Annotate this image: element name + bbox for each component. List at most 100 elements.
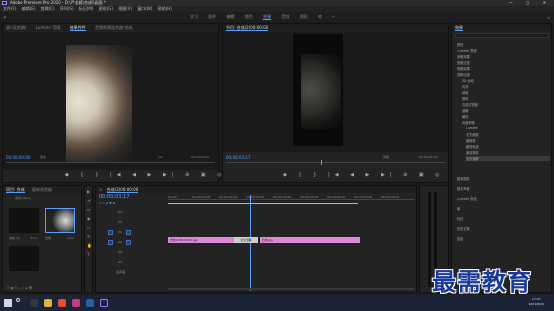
- slip-tool-icon[interactable]: ⇿: [87, 225, 90, 230]
- workspace-tab-editing[interactable]: 编辑: [227, 14, 235, 19]
- workspace-tab-effects[interactable]: 效果: [263, 14, 272, 20]
- type-tool-icon[interactable]: T: [87, 252, 89, 257]
- program-transport-controls[interactable]: ◆ { } |◀ ◀ ▶ ▶| ⊕ ▣ ◎: [283, 172, 445, 178]
- workspace-tab-audio[interactable]: 音频: [281, 14, 289, 19]
- program-scrubber[interactable]: [226, 162, 445, 165]
- clip-2[interactable]: 合成.jpg: [260, 237, 360, 243]
- timeline-scrollbar[interactable]: [168, 288, 414, 290]
- timeline-ruler[interactable]: [168, 199, 414, 202]
- timeline-tool-icons[interactable]: ⊂ ⊃ ◈ ▼ ⚙: [99, 201, 115, 205]
- menu-graphics[interactable]: 图形(G): [99, 6, 113, 11]
- fx-wipe[interactable]: 擦除: [462, 96, 468, 101]
- menu-sequence[interactable]: 序列(S): [60, 6, 74, 11]
- file-explorer-icon[interactable]: [44, 299, 52, 307]
- workspace-tab-color[interactable]: 颜色: [245, 14, 253, 19]
- work-area-bar[interactable]: [168, 203, 358, 204]
- ripple-edit-tool-icon[interactable]: ⇔: [87, 207, 90, 212]
- fx-dissolve[interactable]: 溶解: [462, 108, 468, 113]
- workspace-tab-graphics[interactable]: 图形: [300, 14, 308, 19]
- panel-essential-graphics[interactable]: 基本图形: [457, 176, 470, 181]
- timeline-playhead[interactable]: [250, 195, 251, 291]
- timeline-timecode[interactable]: 00;00;03;17: [99, 194, 130, 200]
- source-transport-controls[interactable]: ◆ { } |◀ ◀ ▶ ▶| ⊕ ▣ ◎: [65, 172, 227, 178]
- fx-zoom[interactable]: 缩放: [462, 114, 468, 119]
- fx-page-peel[interactable]: 页面剥落: [462, 120, 475, 125]
- track-a1-toggle[interactable]: [108, 240, 113, 245]
- track-select-tool-icon[interactable]: ⇥: [87, 198, 90, 203]
- windows-start-icon[interactable]: [4, 299, 12, 307]
- program-viewer[interactable]: [223, 32, 448, 152]
- pen-tool-icon[interactable]: ✎: [87, 234, 90, 239]
- fx-immersive-video[interactable]: 沉浸式视频: [462, 102, 478, 107]
- fx-video-effects[interactable]: 视频效果: [457, 66, 470, 71]
- panel-markers[interactable]: 标记: [457, 216, 463, 221]
- panel-lumetri-color[interactable]: Lumetri 颜色: [457, 196, 477, 201]
- taskview-icon[interactable]: [30, 299, 38, 307]
- fx-cross-zoom[interactable]: 交叉缩放: [466, 132, 479, 137]
- panel-info[interactable]: 信息: [457, 236, 463, 241]
- menu-marker[interactable]: 标记(M): [79, 6, 94, 11]
- project-bottom-tools[interactable]: ☰ ▦ ◯ ⌕ ▢ ⊞ 🗑: [7, 286, 32, 290]
- menu-file[interactable]: 文件(F): [3, 6, 16, 11]
- menu-help[interactable]: 帮助(H): [158, 6, 172, 11]
- browser-icon[interactable]: [58, 299, 66, 307]
- project-item-thumb-1[interactable]: [9, 208, 39, 233]
- fx-zoom-boxes[interactable]: 缩放框: [466, 138, 476, 143]
- fx-slide[interactable]: 内滑: [462, 84, 468, 89]
- fx-audio-effects[interactable]: 音频效果: [457, 54, 470, 59]
- fx-presets[interactable]: 预设: [457, 42, 463, 47]
- selection-tool-icon[interactable]: ▶: [87, 189, 90, 194]
- program-timecode-left[interactable]: 00;00;03;17: [226, 155, 250, 160]
- tab-program[interactable]: 节目: 合成(2)00:00:00: [226, 25, 269, 31]
- tab-lumetri-scopes[interactable]: Lumetri 范围: [36, 25, 61, 30]
- tab-effect-controls[interactable]: 效果控件: [69, 25, 86, 31]
- taskbar-clock[interactable]: 17:57 2021/8/29: [529, 297, 544, 307]
- fx-gradient-wipe[interactable]: 渐变擦除: [466, 150, 479, 155]
- home-icon[interactable]: ⌂: [4, 12, 7, 22]
- timeline-tab[interactable]: 合成(2)00:00:00: [106, 187, 139, 193]
- source-timecode-left[interactable]: 00;00;00;00: [6, 155, 30, 160]
- project-item-thumb-2[interactable]: [45, 208, 75, 233]
- workspace-tab-learn[interactable]: 学习: [190, 14, 198, 19]
- menu-window[interactable]: 窗口(W): [137, 6, 152, 11]
- menu-clip[interactable]: 剪辑(C): [41, 6, 55, 11]
- effects-search-input[interactable]: [455, 33, 549, 38]
- track-a1-lock[interactable]: [126, 240, 131, 245]
- program-playhead[interactable]: [321, 160, 322, 165]
- fx-zoom-trails[interactable]: 缩放轨道: [466, 144, 479, 149]
- tab-audio-clip-mixer[interactable]: 音频剪辑混合器:合成: [95, 25, 132, 30]
- source-scrubber[interactable]: [6, 162, 215, 165]
- fx-lumetri[interactable]: Lumetri: [466, 126, 478, 130]
- workspace-more-icon[interactable]: »: [332, 14, 334, 19]
- source-viewer[interactable]: [3, 32, 218, 170]
- panel-libraries[interactable]: 库: [457, 206, 460, 211]
- tab-project[interactable]: 项目: 合成: [6, 187, 25, 193]
- menu-edit[interactable]: 编辑(E): [22, 6, 36, 11]
- hand-tool-icon[interactable]: ✋: [87, 243, 92, 248]
- fx-iris[interactable]: 划像: [462, 90, 468, 95]
- fx-cross-dissolve[interactable]: 交叉溶解: [466, 156, 550, 161]
- search-icon[interactable]: ⌕: [548, 13, 550, 23]
- panel-essential-sound[interactable]: 基本声音: [457, 186, 470, 191]
- word-icon[interactable]: [86, 299, 94, 307]
- fx-lumetri-presets[interactable]: Lumetri 预设: [457, 48, 477, 53]
- track-v1-toggle[interactable]: [108, 230, 113, 235]
- program-fit-select[interactable]: 完整: [383, 155, 389, 159]
- fx-audio-transitions[interactable]: 音频过渡: [457, 60, 470, 65]
- source-resolution-select[interactable]: 1/2: [158, 155, 163, 159]
- panel-history[interactable]: 历史记录: [457, 226, 470, 231]
- fx-3d-motion[interactable]: 3D 运动: [462, 78, 474, 83]
- tab-source[interactable]: 源:(无剪辑): [6, 25, 26, 30]
- workspace-tab-libraries[interactable]: 库: [318, 14, 322, 19]
- menu-view[interactable]: 视图(V): [118, 6, 132, 11]
- razor-tool-icon[interactable]: ◆: [87, 216, 90, 221]
- transition-cross-dissolve[interactable]: 交叉溶解: [234, 237, 258, 243]
- project-item-thumb-3[interactable]: [9, 246, 39, 271]
- tab-media-browser[interactable]: 媒体浏览器: [32, 187, 52, 192]
- workspace-tab-assembly[interactable]: 组件: [208, 14, 216, 19]
- track-v1-lock[interactable]: [126, 230, 131, 235]
- app-icon[interactable]: [72, 299, 80, 307]
- source-fit-select[interactable]: 适合: [40, 155, 46, 159]
- fx-video-transitions[interactable]: 视频过渡: [457, 72, 470, 77]
- close-icon[interactable]: ✕: [99, 187, 102, 192]
